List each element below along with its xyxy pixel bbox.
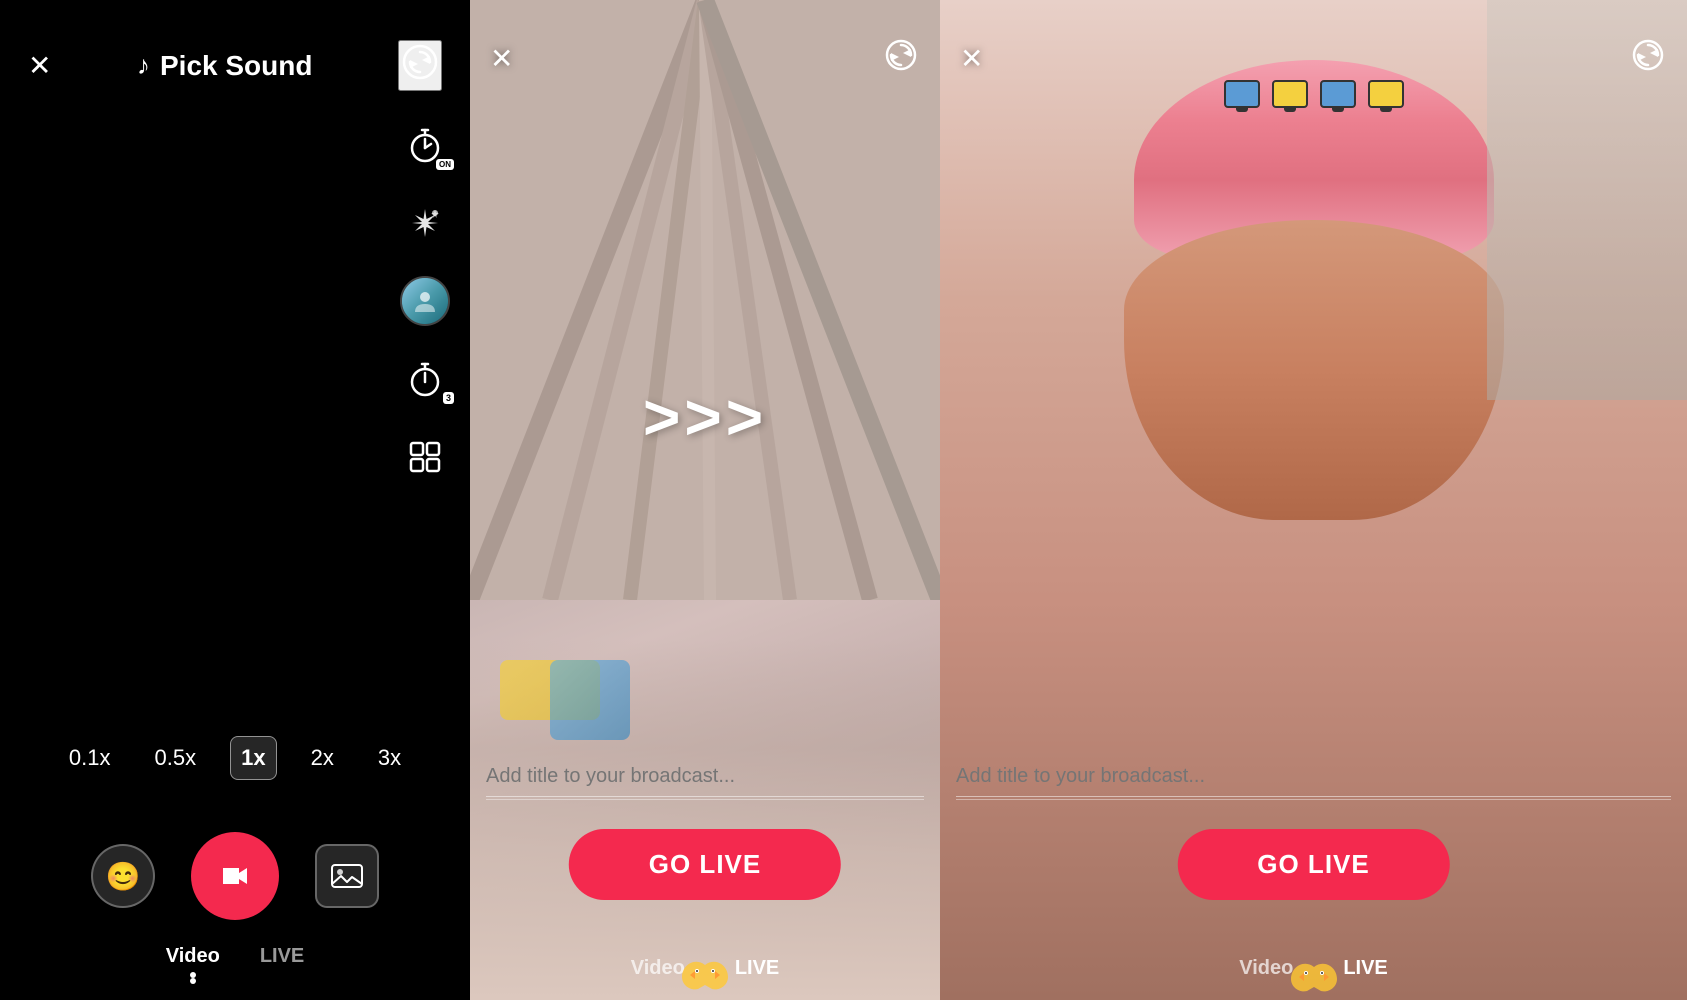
center-refresh-button[interactable] [882, 36, 920, 81]
music-icon: ♪ [137, 50, 150, 81]
right-icons-panel: ON [400, 120, 450, 482]
pick-sound-title: ♪ Pick Sound [137, 50, 312, 82]
center-camera-feed: ✕ >>> GO LIVE Video LIVE [470, 0, 940, 1000]
center-close-button[interactable]: ✕ [490, 36, 513, 81]
grid-button[interactable] [400, 432, 450, 482]
timer-on-button[interactable]: ON [400, 120, 450, 170]
right-tab-video[interactable]: Video [1239, 957, 1293, 980]
right-close-button[interactable]: ✕ [960, 36, 983, 81]
center-panel: ✕ >>> GO LIVE Video LIVE [470, 0, 940, 1000]
right-bottom-bird-icon [1289, 959, 1339, 1000]
face-area [1124, 220, 1504, 520]
speed-1x[interactable]: 1x [230, 736, 276, 780]
tab-live[interactable]: LIVE [260, 945, 304, 984]
close-button[interactable]: ✕ [28, 49, 51, 82]
right-refresh-button[interactable] [1629, 36, 1667, 81]
toy-item-2 [550, 660, 630, 740]
right-overlay-controls: ✕ [940, 0, 1687, 81]
center-go-live-button[interactable]: GO LIVE [569, 829, 841, 900]
tab-video[interactable]: Video [166, 945, 220, 984]
speed-0.1x[interactable]: 0.1x [59, 737, 121, 779]
ceiling-svg [470, 0, 940, 600]
refresh-button[interactable] [398, 40, 442, 91]
countdown-badge: 3 [443, 392, 454, 404]
bottom-controls: 😊 [0, 832, 470, 920]
right-tab-live[interactable]: LIVE [1343, 957, 1387, 980]
avatar-button[interactable] [400, 276, 450, 326]
pick-sound-label: Pick Sound [160, 50, 312, 82]
emoji-button[interactable]: 😊 [91, 844, 155, 908]
record-button[interactable] [191, 832, 279, 920]
emoji-icon: 😊 [106, 860, 141, 893]
center-broadcast-title [470, 757, 940, 800]
center-overlay-controls: ✕ [470, 0, 940, 81]
input-underline [486, 799, 924, 800]
left-panel: ✕ ♪ Pick Sound [0, 0, 470, 1000]
center-tab-video[interactable]: Video [631, 957, 685, 980]
bottom-bird-icon [680, 957, 730, 1000]
right-go-live-button[interactable]: GO LIVE [1177, 829, 1449, 900]
right-panel: ✕ GO LIVE Video LIVE [940, 0, 1687, 1000]
video-tab-indicator [166, 978, 220, 984]
top-bar: ✕ ♪ Pick Sound [0, 0, 470, 111]
speed-controls: 0.1x 0.5x 1x 2x 3x [0, 736, 470, 780]
right-broadcast-input[interactable] [956, 757, 1671, 797]
speed-3x[interactable]: 3x [368, 737, 411, 779]
speed-2x[interactable]: 2x [301, 737, 344, 779]
mode-tabs: Video LIVE [0, 945, 470, 984]
center-tab-live[interactable]: LIVE [735, 957, 779, 979]
gallery-button[interactable] [315, 844, 379, 908]
on-badge: ON [436, 159, 454, 170]
speed-0.5x[interactable]: 0.5x [145, 737, 207, 779]
countdown-button[interactable]: 3 [400, 354, 450, 404]
right-camera-feed: ✕ GO LIVE Video LIVE [940, 0, 1687, 1000]
forward-arrows: >>> [643, 380, 767, 454]
effects-button[interactable] [400, 198, 450, 248]
hat-area [1114, 60, 1514, 340]
right-input-underline [956, 799, 1671, 800]
center-broadcast-input[interactable] [486, 757, 924, 797]
center-tab-live-container[interactable]: LIVE [735, 957, 779, 980]
right-broadcast-title [940, 757, 1687, 800]
